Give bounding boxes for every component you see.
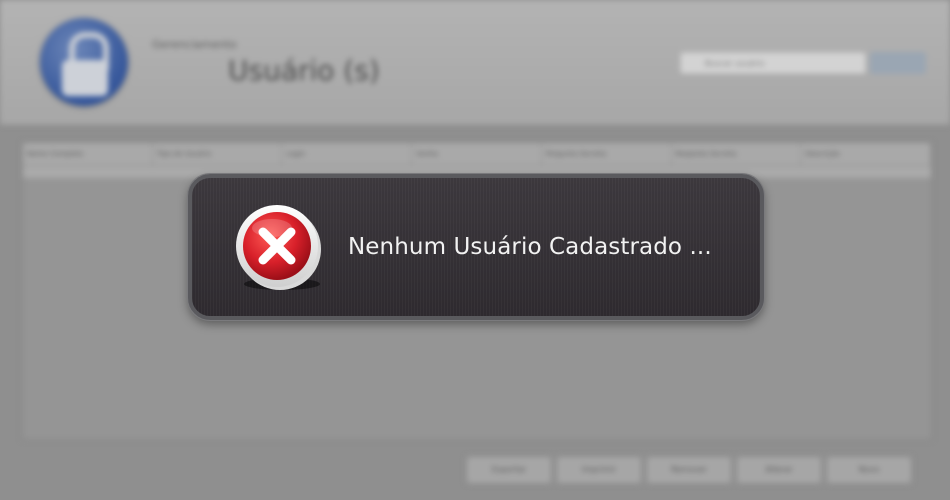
error-x-icon xyxy=(236,205,321,290)
column-header[interactable]: Nome Completo xyxy=(23,143,153,165)
column-header[interactable]: Pergunta Secreta xyxy=(542,143,672,165)
column-header[interactable]: Login xyxy=(282,143,413,165)
column-header[interactable]: Tipo de Usuário xyxy=(153,143,283,165)
page-title: Usuário (s) xyxy=(228,54,380,87)
remove-button[interactable]: Remover xyxy=(646,456,732,484)
error-dialog: Nenhum Usuário Cadastrado ... xyxy=(188,174,764,320)
footer-button-bar: Exportar Imprimir Remover Alterar Novo xyxy=(466,456,912,484)
search-button[interactable] xyxy=(870,52,926,74)
column-header[interactable]: Senha xyxy=(412,143,542,165)
new-button[interactable]: Novo xyxy=(826,456,912,484)
lock-icon xyxy=(40,18,128,106)
search-input[interactable]: Buscar usuário xyxy=(680,52,866,74)
print-button[interactable]: Imprimir xyxy=(556,456,642,484)
export-button[interactable]: Exportar xyxy=(466,456,552,484)
app-header: Gerenciamento Usuário (s) Buscar usuário xyxy=(0,0,950,125)
table-header: Nome Completo Tipo de Usuário Login Senh… xyxy=(23,143,932,166)
column-header[interactable]: Descrição xyxy=(801,143,932,165)
page-subtitle: Gerenciamento xyxy=(152,38,237,51)
edit-button[interactable]: Alterar xyxy=(736,456,822,484)
dialog-message: Nenhum Usuário Cadastrado ... xyxy=(348,234,712,260)
column-header[interactable]: Resposta Secreta xyxy=(672,143,802,165)
